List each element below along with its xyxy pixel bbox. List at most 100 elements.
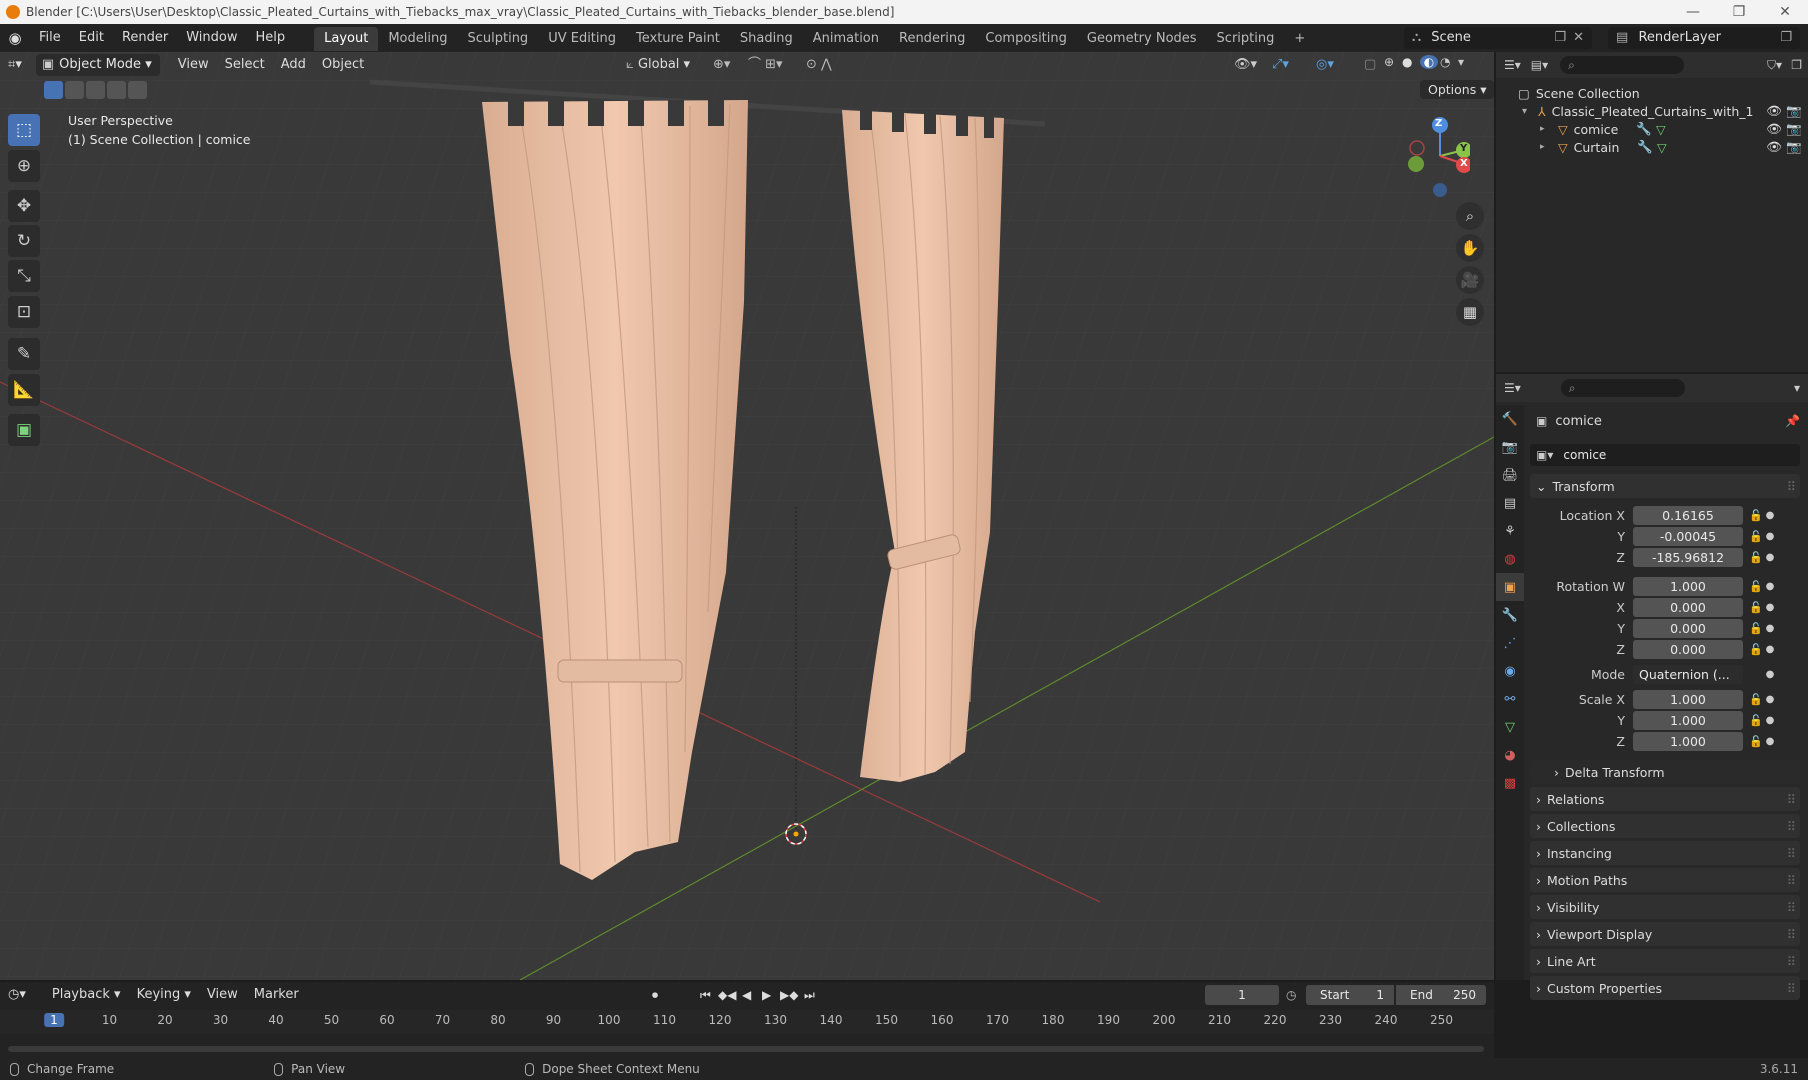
location-x-field[interactable]: 0.16165: [1633, 505, 1743, 525]
drag-handle-icon[interactable]: ⠿: [1787, 927, 1796, 942]
next-keyframe-button[interactable]: ▶◆: [780, 988, 798, 1002]
outliner-editor-icon[interactable]: ☰▾: [1504, 58, 1521, 72]
scale-tool[interactable]: ⤡: [8, 260, 40, 292]
prev-keyframe-button[interactable]: ◆◀: [718, 988, 736, 1002]
tool-tab-icon[interactable]: 🔨: [1496, 405, 1524, 433]
snap-icon[interactable]: ⌒ ⊞▾: [740, 53, 791, 77]
play-button[interactable]: ▶: [762, 988, 771, 1002]
tab-compositing[interactable]: Compositing: [975, 27, 1077, 51]
outliner-row-curtain[interactable]: ▸ ▽ Curtain 🔧 ▽ 👁 📷: [1496, 138, 1808, 156]
lock-icon[interactable]: 🔓: [1747, 551, 1765, 564]
display-mode-icon[interactable]: ▤▾: [1531, 58, 1548, 72]
keyframe-dot-icon[interactable]: ●: [1765, 531, 1775, 542]
end-frame-field[interactable]: End 250: [1396, 985, 1486, 1005]
select-subtract-icon[interactable]: [86, 81, 105, 99]
outliner-scene-collection[interactable]: ▢ Scene Collection: [1496, 84, 1808, 102]
scale-z-field[interactable]: 1.000: [1633, 731, 1743, 751]
timeline-frame-ruler[interactable]: 1 10 20 30 40 50 60 70 80 90 100 110 120 130 140 150 160…: [0, 1010, 1494, 1034]
outliner-search-input[interactable]: ⌕: [1560, 56, 1685, 74]
xray-toggle-icon[interactable]: ▢: [1356, 53, 1384, 77]
mesh-data-icon[interactable]: ▽: [1656, 122, 1666, 137]
keyframe-dot-icon[interactable]: ●: [1765, 669, 1775, 680]
expand-arrow-icon[interactable]: ▾: [1522, 106, 1534, 117]
transform-tool[interactable]: ⊡: [8, 296, 40, 328]
render-camera-icon[interactable]: 📷: [1786, 121, 1802, 137]
navigation-gizmo[interactable]: Z Y X: [1400, 112, 1472, 202]
keyframe-dot-icon[interactable]: ●: [1765, 510, 1775, 521]
section-instancing[interactable]: › Instancing ⠿: [1530, 841, 1800, 865]
location-z-field[interactable]: -185.96812: [1633, 547, 1743, 567]
tab-texture-paint[interactable]: Texture Paint: [626, 27, 730, 51]
drag-handle-icon[interactable]: ⠿: [1787, 900, 1796, 915]
drag-handle-icon[interactable]: ⠿: [1787, 954, 1796, 969]
mesh-data-icon[interactable]: ▽: [1657, 140, 1667, 155]
scale-y-field[interactable]: 1.000: [1633, 710, 1743, 730]
menu-file[interactable]: File: [30, 24, 70, 52]
pivot-point-icon[interactable]: ⊕▾: [705, 53, 738, 77]
play-reverse-button[interactable]: ◀: [742, 988, 751, 1002]
material-tab-icon[interactable]: ◕: [1496, 741, 1524, 769]
section-line-art[interactable]: › Line Art ⠿: [1530, 949, 1800, 973]
object-browse-icon[interactable]: ▣▾: [1536, 448, 1553, 462]
menu-render[interactable]: Render: [113, 24, 177, 52]
pin-icon[interactable]: 📌: [1785, 414, 1800, 428]
section-custom-properties[interactable]: › Custom Properties ⠿: [1530, 976, 1800, 1000]
render-camera-icon[interactable]: 📷: [1786, 139, 1802, 155]
lock-icon[interactable]: 🔓: [1747, 601, 1765, 614]
material-shading-icon[interactable]: ◐: [1420, 55, 1438, 69]
zoom-view-button[interactable]: ⌕: [1456, 202, 1484, 230]
start-frame-field[interactable]: Start 1: [1306, 985, 1394, 1005]
tab-shading[interactable]: Shading: [730, 27, 803, 51]
data-tab-icon[interactable]: ▽: [1496, 713, 1524, 741]
add-cube-tool[interactable]: ▣: [8, 414, 40, 446]
scene-tab-icon[interactable]: ⚘: [1496, 517, 1524, 545]
menu-edit[interactable]: Edit: [70, 24, 113, 52]
select-box-tool[interactable]: ⬚: [8, 114, 40, 146]
keyframe-dot-icon[interactable]: ●: [1765, 644, 1775, 655]
visibility-icon[interactable]: 👁▾: [1226, 53, 1265, 77]
tab-sculpting[interactable]: Sculpting: [457, 27, 538, 51]
minimize-button[interactable]: —: [1670, 0, 1716, 24]
jump-start-button[interactable]: ⏮: [700, 988, 711, 1003]
texture-tab-icon[interactable]: ▩: [1496, 769, 1524, 797]
select-intersect-icon[interactable]: [107, 81, 126, 99]
select-new-icon[interactable]: [44, 81, 63, 99]
tab-geometry-nodes[interactable]: Geometry Nodes: [1077, 27, 1207, 51]
modifier-wrench-icon[interactable]: 🔧: [1637, 139, 1653, 155]
rotation-y-field[interactable]: 0.000: [1633, 618, 1743, 638]
keyframe-dot-icon[interactable]: ●: [1765, 694, 1775, 705]
jump-end-button[interactable]: ⏭: [804, 988, 815, 1003]
object-mode-dropdown[interactable]: ▣ Object Mode ▾: [35, 54, 160, 76]
tab-animation[interactable]: Animation: [803, 27, 889, 51]
lock-icon[interactable]: 🔓: [1747, 530, 1765, 543]
scale-x-field[interactable]: 1.000: [1633, 689, 1743, 709]
ortho-toggle-button[interactable]: ▦: [1456, 298, 1484, 326]
transform-panel-header[interactable]: ⌄ Transform ⠿: [1530, 474, 1800, 498]
solid-shading-icon[interactable]: ●: [1402, 55, 1420, 69]
timeline-menu-view[interactable]: View: [199, 983, 246, 1007]
view-layer-selector[interactable]: ▤ RenderLayer ❐: [1608, 27, 1800, 49]
transform-orientation-dropdown[interactable]: ⟀ Global ▾: [618, 53, 698, 77]
menu-window[interactable]: Window: [177, 24, 246, 52]
section-relations[interactable]: › Relations ⠿: [1530, 787, 1800, 811]
timeline-menu-marker[interactable]: Marker: [246, 983, 307, 1007]
rotation-w-field[interactable]: 1.000: [1633, 576, 1743, 596]
rotate-tool[interactable]: ↻: [8, 225, 40, 257]
lock-icon[interactable]: 🔓: [1747, 622, 1765, 635]
timeline-menu-keying[interactable]: Keying ▾: [129, 983, 199, 1007]
modifier-tab-icon[interactable]: 🔧: [1496, 601, 1524, 629]
tab-scripting[interactable]: Scripting: [1207, 27, 1285, 51]
scene-selector[interactable]: ⛬ Scene ❐ ✕: [1404, 27, 1592, 49]
add-workspace-button[interactable]: +: [1284, 27, 1315, 51]
render-tab-icon[interactable]: 📷: [1496, 433, 1524, 461]
viewport-menu-select[interactable]: Select: [217, 53, 273, 77]
drag-handle-icon[interactable]: ⠿: [1787, 846, 1796, 861]
location-y-field[interactable]: -0.00045: [1633, 526, 1743, 546]
timeline-editor-icon[interactable]: ◷▾: [0, 983, 34, 1007]
viewport-menu-object[interactable]: Object: [314, 53, 372, 77]
camera-view-button[interactable]: 🎥: [1456, 266, 1484, 294]
rotation-mode-dropdown[interactable]: Quaternion (...⌄: [1633, 664, 1743, 701]
editor-type-icon[interactable]: ⌗▾: [0, 53, 30, 77]
constraints-tab-icon[interactable]: ⚯: [1496, 685, 1524, 713]
rotation-z-field[interactable]: 0.000: [1633, 639, 1743, 659]
